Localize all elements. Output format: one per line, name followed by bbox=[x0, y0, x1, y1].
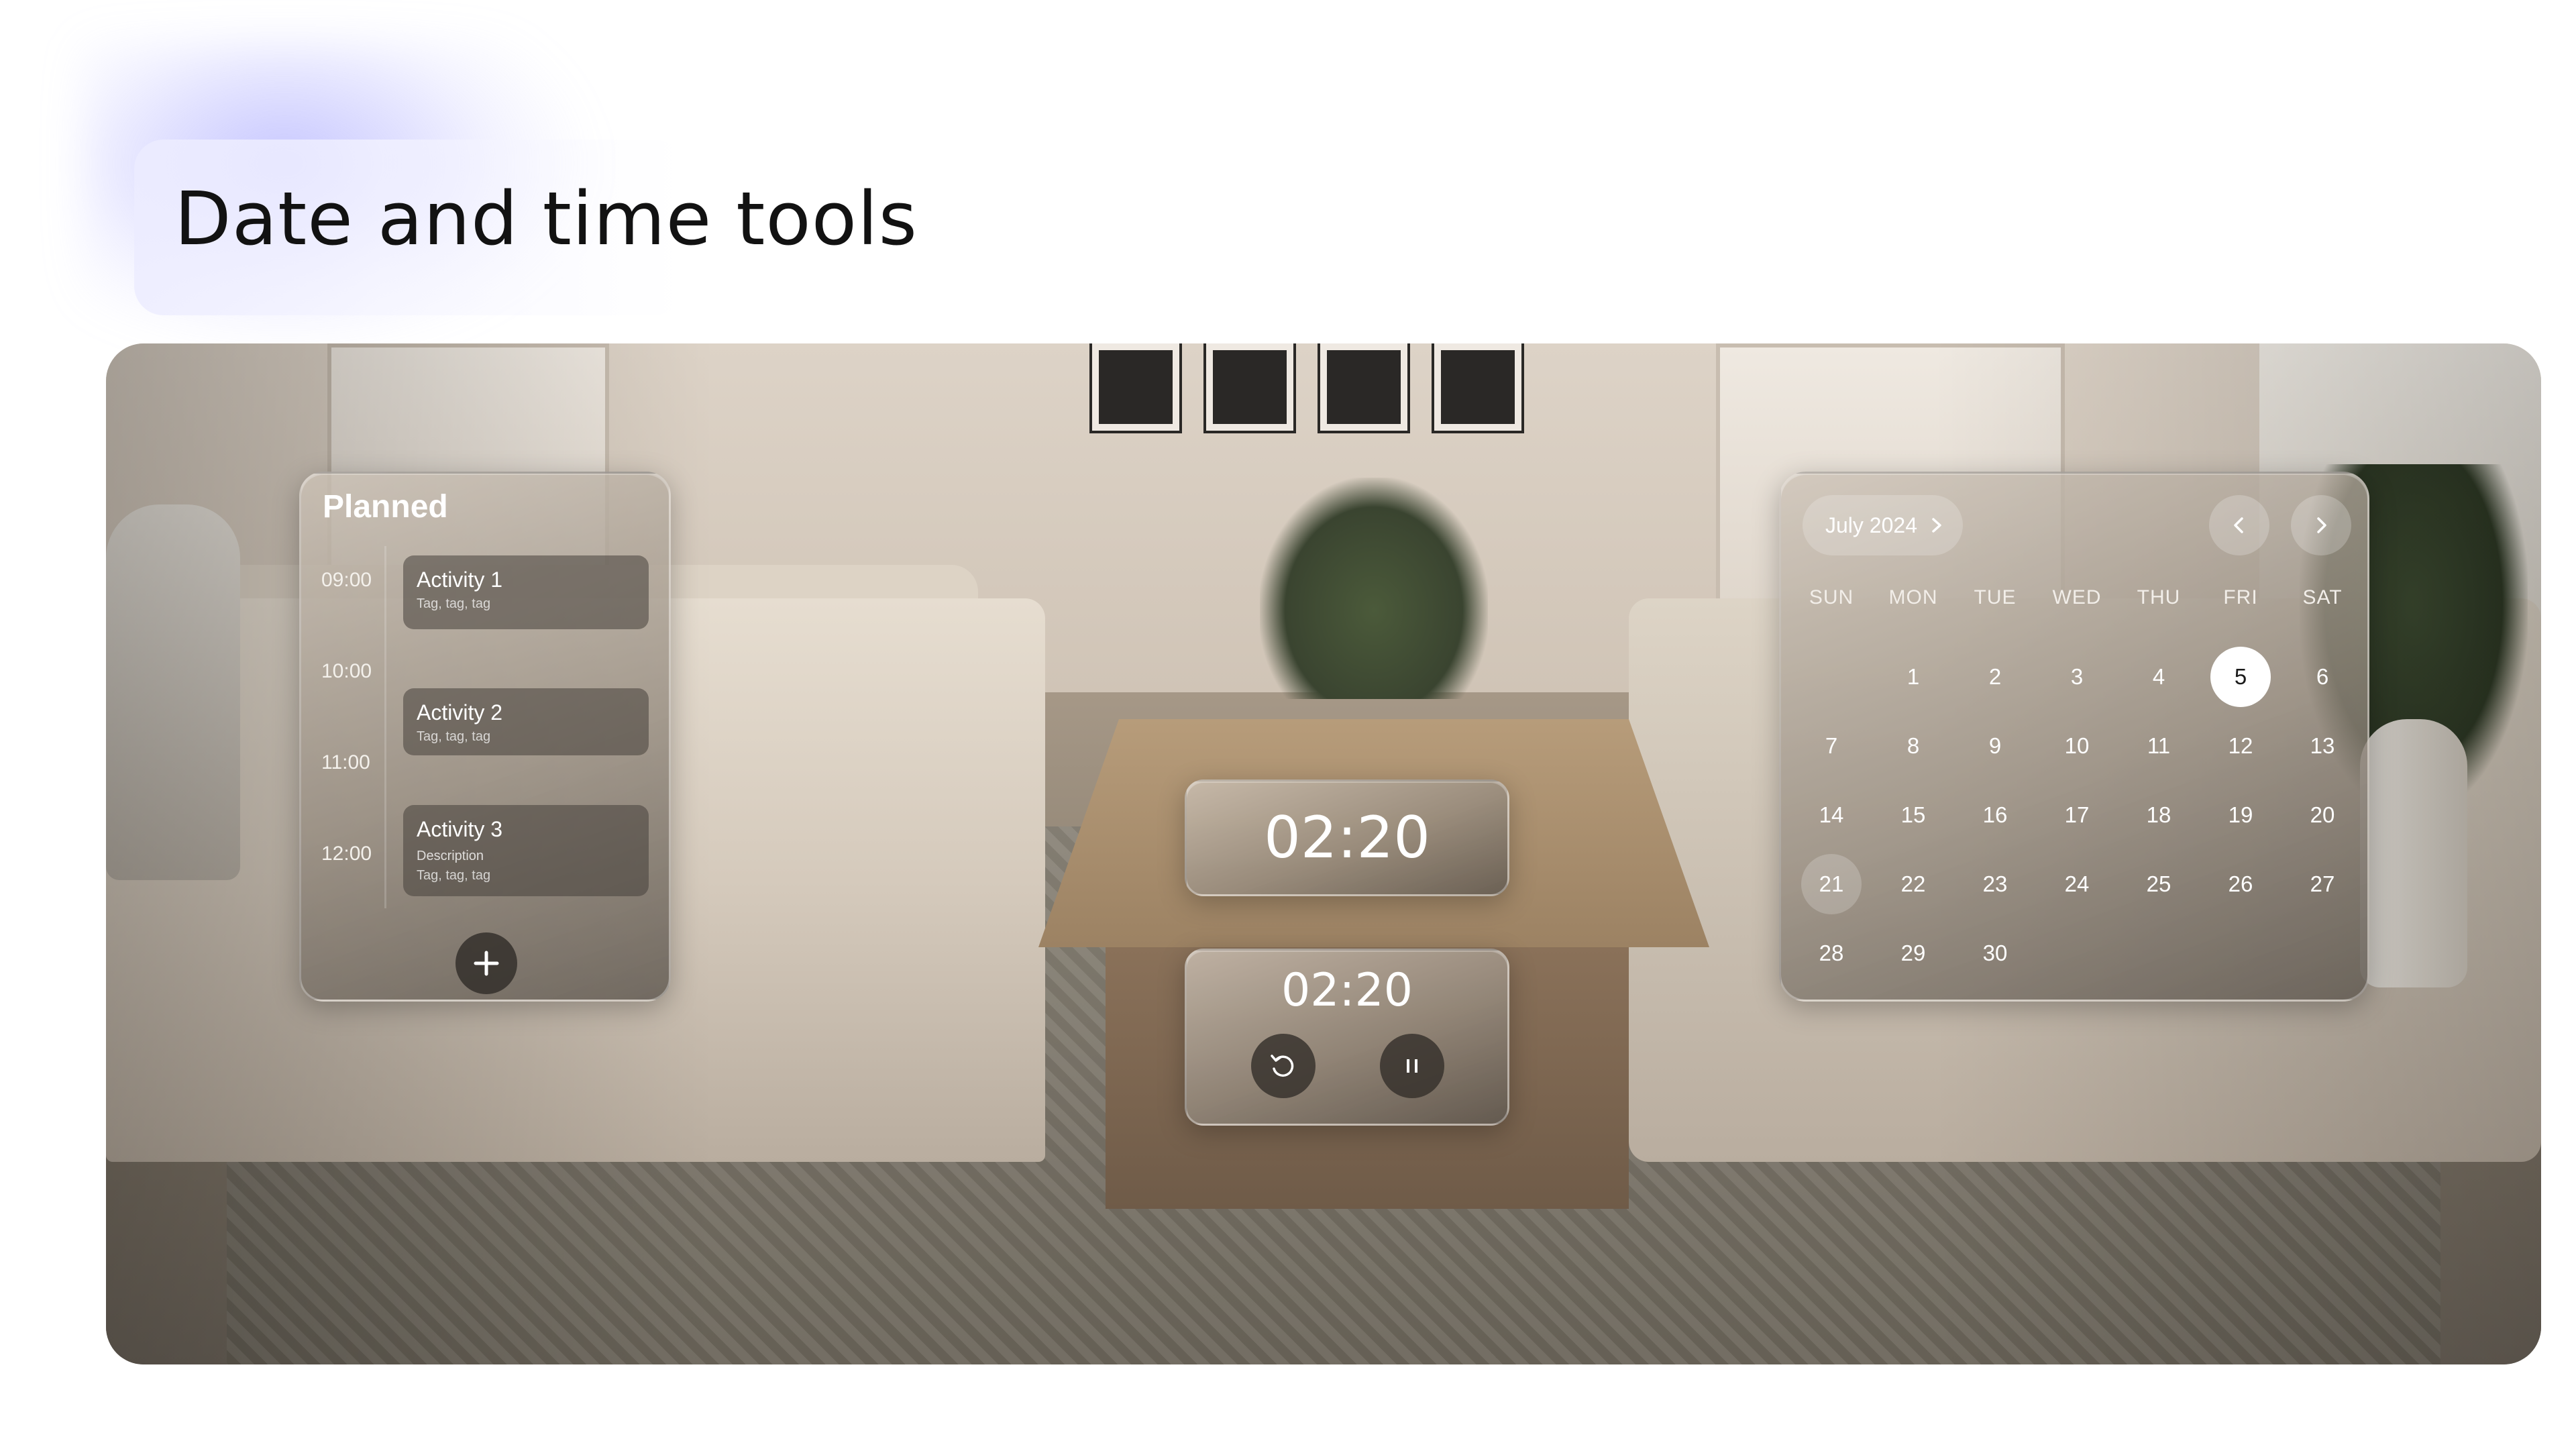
time-label: 10:00 bbox=[321, 660, 372, 682]
calendar-day[interactable]: 15 bbox=[1883, 785, 1943, 845]
time-label: 12:00 bbox=[321, 843, 372, 865]
weekday-label: FRI bbox=[2223, 586, 2258, 608]
calendar-day[interactable]: 4 bbox=[2129, 647, 2189, 707]
time-label: 09:00 bbox=[321, 569, 372, 591]
calendar-day[interactable]: 12 bbox=[2210, 716, 2271, 776]
calendar-day[interactable]: 19 bbox=[2210, 785, 2271, 845]
activity-tags: Tag, tag, tag bbox=[417, 596, 491, 611]
page-title: Date and time tools bbox=[174, 176, 918, 262]
chevron-right-icon bbox=[1932, 518, 1941, 533]
add-activity-button[interactable] bbox=[455, 932, 517, 994]
calendar-day[interactable]: 26 bbox=[2210, 854, 2271, 914]
activity-card-2[interactable]: Activity 2 Tag, tag, tag bbox=[403, 688, 649, 755]
calendar-day[interactable]: 2 bbox=[1965, 647, 2025, 707]
activity-title: Activity 2 bbox=[417, 700, 503, 724]
month-label: July 2024 bbox=[1825, 513, 1917, 537]
timer-time: 02:20 bbox=[1281, 964, 1413, 1017]
weekday-label: SAT bbox=[2302, 586, 2343, 608]
calendar-day[interactable]: 9 bbox=[1965, 716, 2025, 776]
calendar-day[interactable]: 1 bbox=[1883, 647, 1943, 707]
calendar-day[interactable]: 30 bbox=[1965, 923, 2025, 983]
planner-title: Planned bbox=[323, 489, 448, 525]
calendar-day[interactable]: 28 bbox=[1801, 923, 1862, 983]
calendar-day[interactable]: 24 bbox=[2047, 854, 2107, 914]
clock-widget: 02:20 bbox=[1185, 780, 1509, 896]
reset-icon bbox=[1271, 1055, 1294, 1077]
timeline-line bbox=[384, 546, 386, 908]
activity-description: Description bbox=[417, 849, 484, 863]
next-month-button[interactable] bbox=[2291, 495, 2351, 555]
calendar-panel: July 2024 SUN MON TUE WED THU FRI SAT 12345678… bbox=[1779, 472, 2369, 1002]
activity-title: Activity 1 bbox=[417, 568, 503, 592]
chevron-right-icon bbox=[2317, 517, 2326, 533]
calendar-day[interactable]: 23 bbox=[1965, 854, 2025, 914]
calendar-day[interactable]: 22 bbox=[1883, 854, 1943, 914]
calendar-day[interactable]: 6 bbox=[2292, 647, 2353, 707]
clock-time: 02:20 bbox=[1264, 804, 1430, 871]
calendar-day[interactable]: 16 bbox=[1965, 785, 2025, 845]
planner-panel: Planned 09:00 10:00 11:00 12:00 Activity… bbox=[299, 472, 671, 1002]
timer-widget: 02:20 bbox=[1185, 949, 1509, 1126]
weekday-label: MON bbox=[1888, 586, 1938, 608]
activity-tags: Tag, tag, tag bbox=[417, 729, 491, 744]
month-selector[interactable]: July 2024 bbox=[1803, 495, 1963, 555]
calendar-day[interactable]: 7 bbox=[1801, 716, 1862, 776]
activity-card-1[interactable]: Activity 1 Tag, tag, tag bbox=[403, 555, 649, 629]
weekday-label: WED bbox=[2052, 586, 2102, 608]
activity-card-3[interactable]: Activity 3 Description Tag, tag, tag bbox=[403, 805, 649, 896]
calendar-day[interactable]: 8 bbox=[1883, 716, 1943, 776]
calendar-day[interactable]: 11 bbox=[2129, 716, 2189, 776]
calendar-day[interactable]: 18 bbox=[2129, 785, 2189, 845]
prev-month-button[interactable] bbox=[2209, 495, 2269, 555]
activity-tags: Tag, tag, tag bbox=[417, 868, 491, 883]
activity-title: Activity 3 bbox=[417, 817, 503, 841]
weekday-label: THU bbox=[2137, 586, 2181, 608]
calendar-day[interactable]: 5 bbox=[2210, 647, 2271, 707]
calendar-day[interactable]: 10 bbox=[2047, 716, 2107, 776]
time-label: 11:00 bbox=[321, 751, 370, 773]
pause-icon bbox=[1407, 1059, 1417, 1073]
calendar-day[interactable]: 3 bbox=[2047, 647, 2107, 707]
timer-pause-button[interactable] bbox=[1380, 1034, 1444, 1098]
calendar-day[interactable]: 29 bbox=[1883, 923, 1943, 983]
calendar-day[interactable]: 13 bbox=[2292, 716, 2353, 776]
plus-icon bbox=[474, 951, 499, 976]
weekday-label: SUN bbox=[1809, 586, 1854, 608]
calendar-day[interactable]: 20 bbox=[2292, 785, 2353, 845]
calendar-day[interactable]: 21 bbox=[1801, 854, 1862, 914]
calendar-day[interactable]: 17 bbox=[2047, 785, 2107, 845]
timer-reset-button[interactable] bbox=[1251, 1034, 1316, 1098]
chevron-left-icon bbox=[2234, 517, 2243, 533]
calendar-day[interactable]: 14 bbox=[1801, 785, 1862, 845]
weekday-label: TUE bbox=[1974, 586, 2017, 608]
calendar-day[interactable]: 27 bbox=[2292, 854, 2353, 914]
calendar-day[interactable]: 25 bbox=[2129, 854, 2189, 914]
